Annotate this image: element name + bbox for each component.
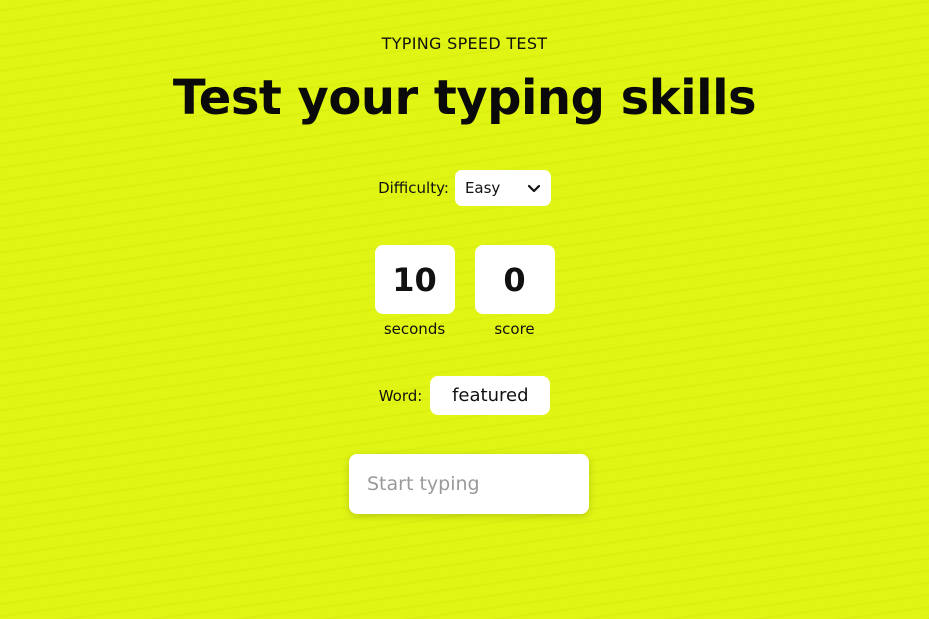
eyebrow-text: TYPING SPEED TEST — [381, 34, 548, 53]
difficulty-label: Difficulty: — [378, 179, 449, 197]
typing-input[interactable] — [349, 454, 589, 514]
page-title: Test your typing skills — [172, 70, 757, 126]
stats-panel: 10 seconds 0 score — [0, 245, 929, 338]
score-stat: 0 score — [474, 245, 555, 338]
chevron-down-icon — [527, 184, 541, 193]
time-value: 10 — [374, 245, 455, 314]
time-stat: 10 seconds — [374, 245, 455, 338]
word-row: Word: featured — [0, 376, 929, 415]
time-label: seconds — [383, 320, 446, 338]
score-value: 0 — [474, 245, 555, 314]
typing-test-app: TYPING SPEED TEST Test your typing skill… — [0, 0, 929, 619]
current-word: featured — [430, 376, 551, 415]
score-label: score — [494, 320, 535, 338]
difficulty-selected-value: Easy — [464, 179, 501, 197]
difficulty-row: Difficulty: Easy — [0, 170, 929, 206]
difficulty-select[interactable]: Easy — [454, 170, 551, 206]
word-label: Word: — [378, 386, 423, 405]
